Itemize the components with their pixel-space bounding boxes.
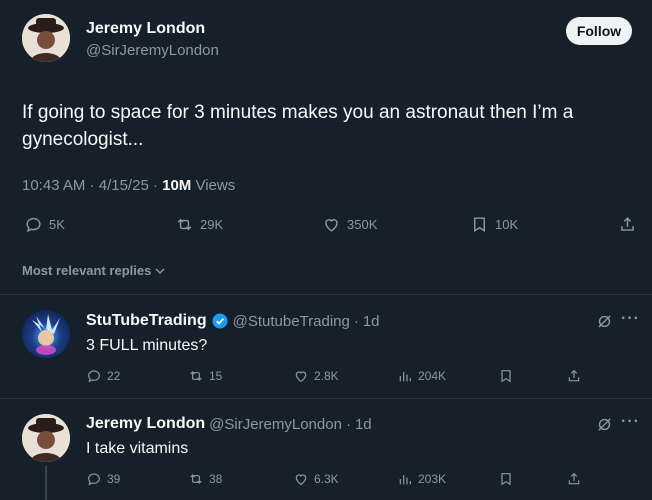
reply-like-button[interactable]: 2.8K	[293, 368, 339, 384]
more-button[interactable]: ···	[621, 413, 640, 431]
repost-count: 38	[209, 472, 223, 486]
tweet-time[interactable]: 10:43 AM	[22, 177, 85, 194]
like-icon	[295, 371, 307, 383]
reply-header: StuTubeTrading @StutubeTrading · 1d	[86, 312, 380, 330]
more-icon: ···	[621, 310, 640, 327]
reply-reply-button[interactable]: 22	[86, 368, 120, 384]
more-button[interactable]: ···	[621, 310, 640, 328]
views-count: 10M	[162, 177, 192, 194]
share-icon	[568, 472, 580, 485]
reply-count: 5K	[49, 217, 65, 232]
reply-icon	[26, 217, 41, 233]
bookmark-icon	[501, 370, 511, 383]
bookmark-button[interactable]: 10K	[470, 215, 518, 234]
verified-badge-icon	[212, 313, 228, 329]
author-name[interactable]: Jeremy London	[86, 20, 205, 38]
repost-count: 29K	[200, 217, 224, 232]
tweet-date[interactable]: 4/15/25	[99, 177, 149, 194]
views-count: 203K	[418, 472, 447, 486]
reply-views-button[interactable]: 203K	[397, 471, 446, 487]
tweet-text: If going to space for 3 minutes makes yo…	[22, 102, 574, 150]
grok-button[interactable]	[596, 416, 613, 438]
grok-icon	[598, 418, 611, 431]
reply-header: Jeremy London @SirJeremyLondon · 1d	[86, 415, 372, 433]
chevron-down-icon	[155, 267, 165, 274]
more-icon: ···	[621, 413, 640, 430]
share-icon	[621, 217, 634, 231]
reply-share-button[interactable]	[566, 368, 582, 384]
like-button[interactable]: 350K	[322, 215, 377, 234]
reply-reply-button[interactable]: 39	[86, 471, 120, 487]
separator: ·	[353, 312, 359, 330]
reply-icon	[88, 473, 100, 486]
reply-author-name[interactable]: StuTubeTrading	[86, 312, 207, 330]
grok-icon	[598, 315, 611, 328]
like-icon	[325, 219, 338, 232]
reply-repost-button[interactable]: 38	[188, 471, 222, 487]
share-icon	[568, 369, 580, 382]
bookmark-icon	[501, 473, 511, 486]
reply-avatar[interactable]	[22, 414, 70, 462]
reply-author-handle[interactable]: @SirJeremyLondon	[209, 416, 342, 433]
reply-like-button[interactable]: 6.3K	[293, 471, 339, 487]
separator: ·	[89, 177, 95, 194]
grok-button[interactable]	[596, 313, 613, 335]
reply-bookmark-button[interactable]	[498, 368, 514, 384]
reply-avatar[interactable]	[22, 310, 70, 358]
views-icon	[399, 475, 411, 485]
reply-count: 39	[107, 472, 121, 486]
reply-views-button[interactable]: 204K	[397, 368, 446, 384]
sort-replies-dropdown[interactable]: Most relevant replies	[22, 263, 166, 278]
author-handle[interactable]: @SirJeremyLondon	[86, 42, 219, 59]
bookmark-icon	[474, 217, 485, 233]
reply-text: I take vitamins	[86, 440, 189, 457]
like-count: 350K	[347, 217, 378, 232]
reply-count: 22	[107, 369, 121, 383]
sort-label: Most relevant replies	[22, 263, 152, 278]
like-icon	[295, 474, 307, 486]
separator: ·	[345, 415, 351, 433]
divider	[0, 294, 652, 295]
views-count: 204K	[418, 369, 447, 383]
reply-bookmark-button[interactable]	[498, 471, 514, 487]
thread-line	[45, 466, 47, 500]
views-icon	[399, 372, 411, 382]
author-avatar[interactable]	[22, 14, 70, 62]
views-label: Views	[195, 177, 236, 194]
reply-text: 3 FULL minutes?	[86, 337, 208, 354]
repost-icon	[190, 371, 202, 381]
repost-icon	[177, 218, 192, 231]
reply-icon	[88, 370, 100, 383]
tweet-meta: 10:43 AM · 4/15/25 · 10M Views	[22, 177, 235, 194]
reply-repost-button[interactable]: 15	[188, 368, 222, 384]
repost-icon	[190, 474, 202, 484]
like-count: 6.3K	[314, 472, 339, 486]
share-button[interactable]	[618, 215, 637, 234]
repost-button[interactable]: 29K	[175, 215, 223, 234]
separator: ·	[152, 177, 158, 194]
follow-button[interactable]: Follow	[566, 17, 632, 45]
repost-count: 15	[209, 369, 223, 383]
like-count: 2.8K	[314, 369, 339, 383]
reply-author-name[interactable]: Jeremy London	[86, 415, 205, 433]
reply-author-handle[interactable]: @StutubeTrading	[233, 313, 350, 330]
divider	[0, 398, 652, 399]
bookmark-count: 10K	[495, 217, 519, 232]
reply-button[interactable]: 5K	[24, 215, 65, 234]
reply-share-button[interactable]	[566, 471, 582, 487]
reply-age[interactable]: 1d	[355, 416, 372, 433]
reply-age[interactable]: 1d	[363, 313, 380, 330]
